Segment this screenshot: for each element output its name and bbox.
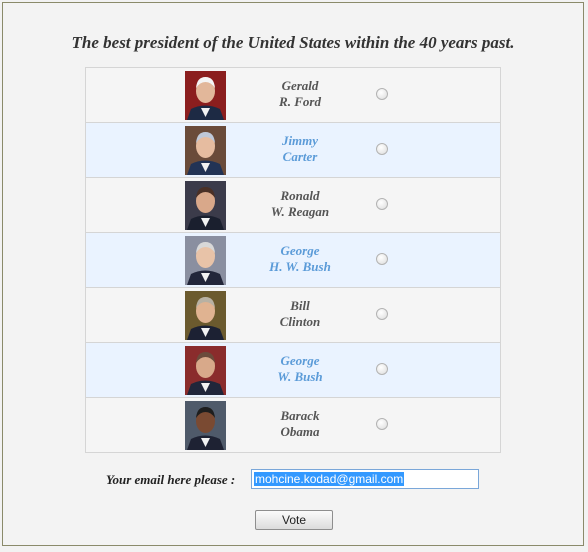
poll-title: The best president of the United States … bbox=[71, 33, 515, 52]
candidate-photo bbox=[185, 71, 226, 120]
candidate-name: Barack Obama bbox=[246, 408, 354, 440]
candidate-first-name: Bill bbox=[290, 298, 310, 313]
candidate-name: Ronald W. Reagan bbox=[246, 188, 354, 220]
email-field[interactable]: mohcine.kodad@gmail.com bbox=[251, 469, 479, 489]
candidate-name: Gerald R. Ford bbox=[246, 78, 354, 110]
candidate-name: George W. Bush bbox=[246, 353, 354, 385]
candidate-name: George H. W. Bush bbox=[246, 243, 354, 275]
candidate-row: George H. W. Bush bbox=[86, 233, 500, 288]
candidate-first-name: Barack bbox=[280, 408, 320, 423]
candidate-radio[interactable] bbox=[376, 143, 388, 155]
candidate-row: Jimmy Carter bbox=[86, 123, 500, 178]
candidate-photo bbox=[185, 181, 226, 230]
candidate-radio[interactable] bbox=[376, 198, 388, 210]
candidate-row: Bill Clinton bbox=[86, 288, 500, 343]
candidate-last-name: W. Reagan bbox=[270, 204, 330, 219]
candidate-last-name: Carter bbox=[282, 149, 318, 164]
candidate-row: Gerald R. Ford bbox=[86, 68, 500, 123]
candidate-last-name: W. Bush bbox=[277, 369, 323, 384]
candidate-radio[interactable] bbox=[376, 308, 388, 320]
candidate-photo bbox=[185, 291, 226, 340]
candidate-photo bbox=[185, 126, 226, 175]
candidate-last-name: R. Ford bbox=[279, 94, 321, 109]
candidate-row: George W. Bush bbox=[86, 343, 500, 398]
candidate-name: Bill Clinton bbox=[246, 298, 354, 330]
candidate-first-name: George bbox=[280, 243, 320, 258]
candidate-photo bbox=[185, 236, 226, 285]
candidate-row: Barack Obama bbox=[86, 398, 500, 453]
vote-button[interactable]: Vote bbox=[255, 510, 333, 530]
candidate-radio[interactable] bbox=[376, 253, 388, 265]
candidate-radio[interactable] bbox=[376, 418, 388, 430]
candidate-row: Ronald W. Reagan bbox=[86, 178, 500, 233]
candidate-first-name: Gerald bbox=[281, 78, 319, 93]
candidate-photo bbox=[185, 346, 226, 395]
candidate-name: Jimmy Carter bbox=[246, 133, 354, 165]
email-value: mohcine.kodad@gmail.com bbox=[254, 472, 405, 486]
candidate-list: Gerald R. Ford Jimmy Carter Ronald W. Re… bbox=[85, 67, 501, 453]
poll-window: The best president of the United States … bbox=[2, 2, 584, 546]
candidate-photo bbox=[185, 401, 226, 450]
candidate-last-name: Clinton bbox=[279, 314, 321, 329]
candidate-first-name: Jimmy bbox=[281, 133, 319, 148]
candidate-last-name: H. W. Bush bbox=[269, 259, 331, 274]
candidate-first-name: Ronald bbox=[280, 188, 320, 203]
candidate-last-name: Obama bbox=[280, 424, 320, 439]
candidate-first-name: George bbox=[280, 353, 320, 368]
candidate-radio[interactable] bbox=[376, 88, 388, 100]
candidate-radio[interactable] bbox=[376, 363, 388, 375]
email-label: Your email here please : bbox=[106, 472, 236, 487]
